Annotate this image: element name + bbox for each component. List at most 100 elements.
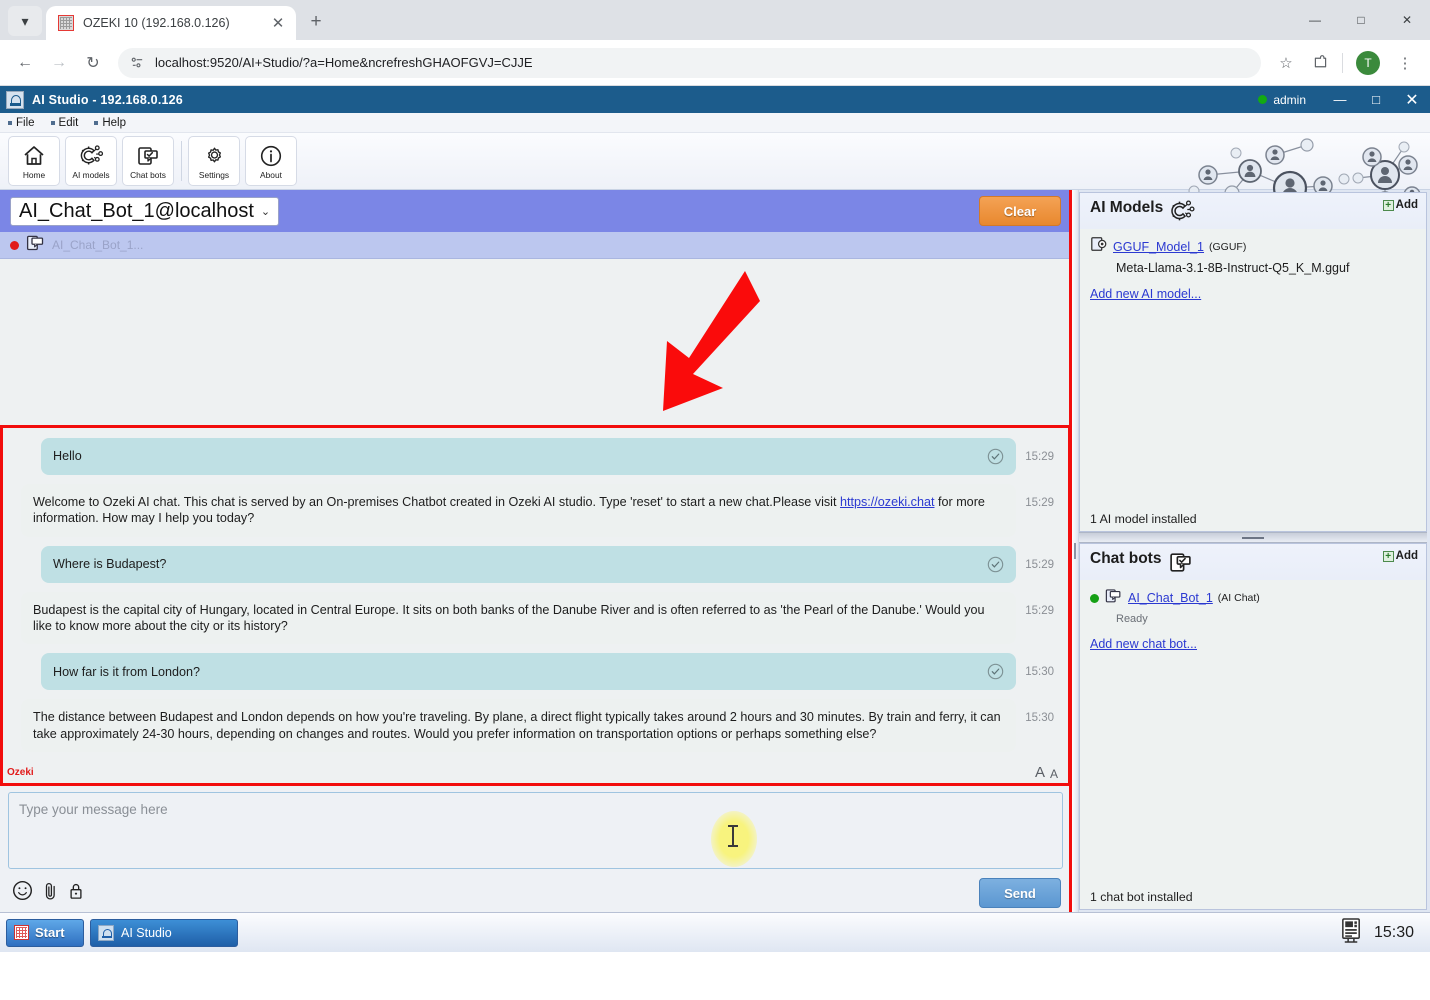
ai-models-add-button[interactable]: + Add (1382, 199, 1418, 211)
message-bubble-user: Hello (41, 437, 1016, 475)
chat-empty-space (0, 259, 1071, 425)
chat-bots-panel: Chat bots + Add AI_Chat_Bot_1 (AI Chat) … (1079, 543, 1427, 910)
toolbar-button-chat-bots[interactable]: Chat bots (122, 136, 174, 186)
message-timestamp: 15:29 (1025, 450, 1054, 463)
user-label[interactable]: admin (1273, 93, 1306, 107)
message-text: Welcome to Ozeki AI chat. This chat is s… (33, 494, 840, 509)
minimize-icon[interactable]: — (1292, 0, 1338, 40)
forward-icon[interactable]: → (44, 48, 74, 78)
composer-toolbar: Send (8, 869, 1063, 908)
browser-tab[interactable]: OZEKI 10 (192.168.0.126) ✕ (46, 6, 296, 40)
ai-models-gear-icon (79, 143, 104, 169)
chat-bots-icon (1167, 550, 1194, 580)
send-button[interactable]: Send (979, 878, 1061, 908)
maximize-icon[interactable]: □ (1338, 0, 1384, 40)
tab-search-button[interactable]: ▾ (8, 6, 42, 36)
clear-button[interactable]: Clear (979, 196, 1061, 226)
network-monitor-icon[interactable] (1339, 917, 1364, 949)
bot-selector-dropdown[interactable]: AI_Chat_Bot_1@localhost ⌄ (10, 196, 280, 226)
paperclip-icon[interactable] (42, 881, 59, 906)
toolbar-button-home[interactable]: Home (8, 136, 60, 186)
message-row-user: How far is it from London? 15:30 (3, 653, 1068, 699)
horizontal-splitter[interactable] (1079, 532, 1427, 543)
toolbar-button-settings[interactable]: Settings (188, 136, 240, 186)
close-icon[interactable]: ✕ (1384, 0, 1430, 40)
ai-models-panel: AI Models + Add GGUF_Model_1 (GGUF) Meta… (1079, 192, 1427, 532)
site-settings-icon[interactable] (130, 55, 145, 70)
main-split: AI_Chat_Bot_1@localhost ⌄ Clear AI_Chat_… (0, 190, 1430, 912)
chevron-down-icon: ⌄ (260, 205, 271, 218)
ai-model-type: (GGUF) (1209, 240, 1247, 253)
gear-icon (203, 143, 226, 169)
online-status-dot (1258, 95, 1268, 104)
browser-menu-icon[interactable]: ⋮ (1390, 48, 1420, 78)
app-minimize-icon[interactable]: — (1322, 86, 1358, 113)
add-new-ai-model-link[interactable]: Add new AI model... (1090, 287, 1201, 301)
chat-bot-status: Ready (1116, 613, 1148, 625)
ai-models-header: AI Models + Add (1080, 193, 1426, 229)
bookmark-star-icon[interactable]: ☆ (1271, 48, 1301, 78)
model-icon (1090, 235, 1108, 258)
back-icon[interactable]: ← (10, 48, 40, 78)
message-input-placeholder: Type your message here (19, 802, 168, 817)
chat-bots-add-button[interactable]: + Add (1382, 550, 1418, 562)
message-bubble-bot: Welcome to Ozeki AI chat. This chat is s… (21, 483, 1016, 537)
app-maximize-icon[interactable]: □ (1358, 86, 1394, 113)
chat-bot-link[interactable]: AI_Chat_Bot_1 (1128, 591, 1213, 605)
toolbar-button-ai-models[interactable]: AI models (65, 136, 117, 186)
chat-area: Hello 15:29 Welcome to Ozeki AI chat. Th… (0, 259, 1071, 786)
toolbar-button-about[interactable]: About (245, 136, 297, 186)
menu-edit-label: Edit (58, 116, 79, 129)
bullet-icon (94, 120, 99, 125)
extensions-icon[interactable] (1305, 48, 1335, 78)
highlight-box-messages: Hello 15:29 Welcome to Ozeki AI chat. Th… (0, 424, 1071, 786)
font-size-increase-button[interactable]: A (1035, 764, 1045, 781)
new-tab-button[interactable]: + (302, 8, 330, 36)
ozeki-logo-icon (98, 924, 114, 941)
toolbar-label-about: About (260, 169, 282, 180)
menu-edit[interactable]: Edit (50, 116, 79, 129)
font-size-decrease-button[interactable]: A (1050, 767, 1058, 781)
right-pane: AI Models + Add GGUF_Model_1 (GGUF) Meta… (1079, 190, 1430, 912)
ozeki-logo-icon (6, 90, 24, 109)
app-close-icon[interactable]: ✕ (1394, 86, 1430, 113)
ai-model-link[interactable]: GGUF_Model_1 (1113, 240, 1204, 254)
ai-studio-window: AI Studio - 192.168.0.126 admin — □ ✕ Fi… (0, 86, 1430, 952)
ozeki-watermark: Ozeki (7, 766, 34, 778)
plus-icon: + (1382, 199, 1394, 211)
emoji-icon[interactable] (12, 880, 33, 906)
taskbar-item-ai-studio[interactable]: AI Studio (90, 918, 238, 947)
toolbar-label-home: Home (22, 169, 46, 180)
vertical-splitter[interactable] (1069, 190, 1079, 912)
toolbar-label-chat-bots: Chat bots (130, 169, 166, 180)
reload-icon[interactable]: ↻ (78, 48, 108, 78)
avatar[interactable]: T (1356, 50, 1380, 75)
message-bubble-user: Where is Budapest? (41, 545, 1016, 583)
message-input[interactable]: Type your message here (8, 792, 1063, 869)
address-bar[interactable]: localhost:9520/AI+Studio/?a=Home&ncrefre… (118, 47, 1261, 78)
text-cursor-icon (728, 825, 738, 847)
browser-tab-strip: ▾ OZEKI 10 (192.168.0.126) ✕ + — □ ✕ (0, 0, 1430, 40)
ai-models-body: GGUF_Model_1 (GGUF) Meta-Llama-3.1-8B-In… (1080, 229, 1426, 507)
message-row-bot: Budapest is the capital city of Hungary,… (3, 591, 1068, 654)
message-bubble-bot: The distance between Budapest and London… (21, 699, 1016, 752)
splitter-grip (1242, 536, 1264, 539)
menu-file[interactable]: File (8, 117, 35, 129)
menu-help-label: Help (102, 116, 127, 129)
delivered-check-icon (987, 663, 1004, 680)
close-icon[interactable]: ✕ (268, 13, 288, 33)
chat-pane: AI_Chat_Bot_1@localhost ⌄ Clear AI_Chat_… (0, 190, 1071, 912)
toolbar-label-settings: Settings (198, 169, 230, 180)
delivered-check-icon (987, 556, 1004, 573)
status-dot-online (1090, 593, 1099, 603)
lock-icon[interactable] (68, 881, 84, 906)
bullet-icon (50, 120, 55, 125)
plus-icon: + (1382, 550, 1394, 562)
start-button[interactable]: Start (6, 918, 84, 947)
menu-help[interactable]: Help (94, 117, 126, 129)
message-link[interactable]: https://ozeki.chat (840, 495, 935, 509)
message-composer: Type your message here Send (0, 786, 1071, 912)
browser-toolbar: ← → ↻ localhost:9520/AI+Studio/?a=Home&n… (0, 40, 1430, 86)
add-new-chat-bot-link[interactable]: Add new chat bot... (1090, 637, 1197, 651)
start-label: Start (35, 925, 65, 940)
